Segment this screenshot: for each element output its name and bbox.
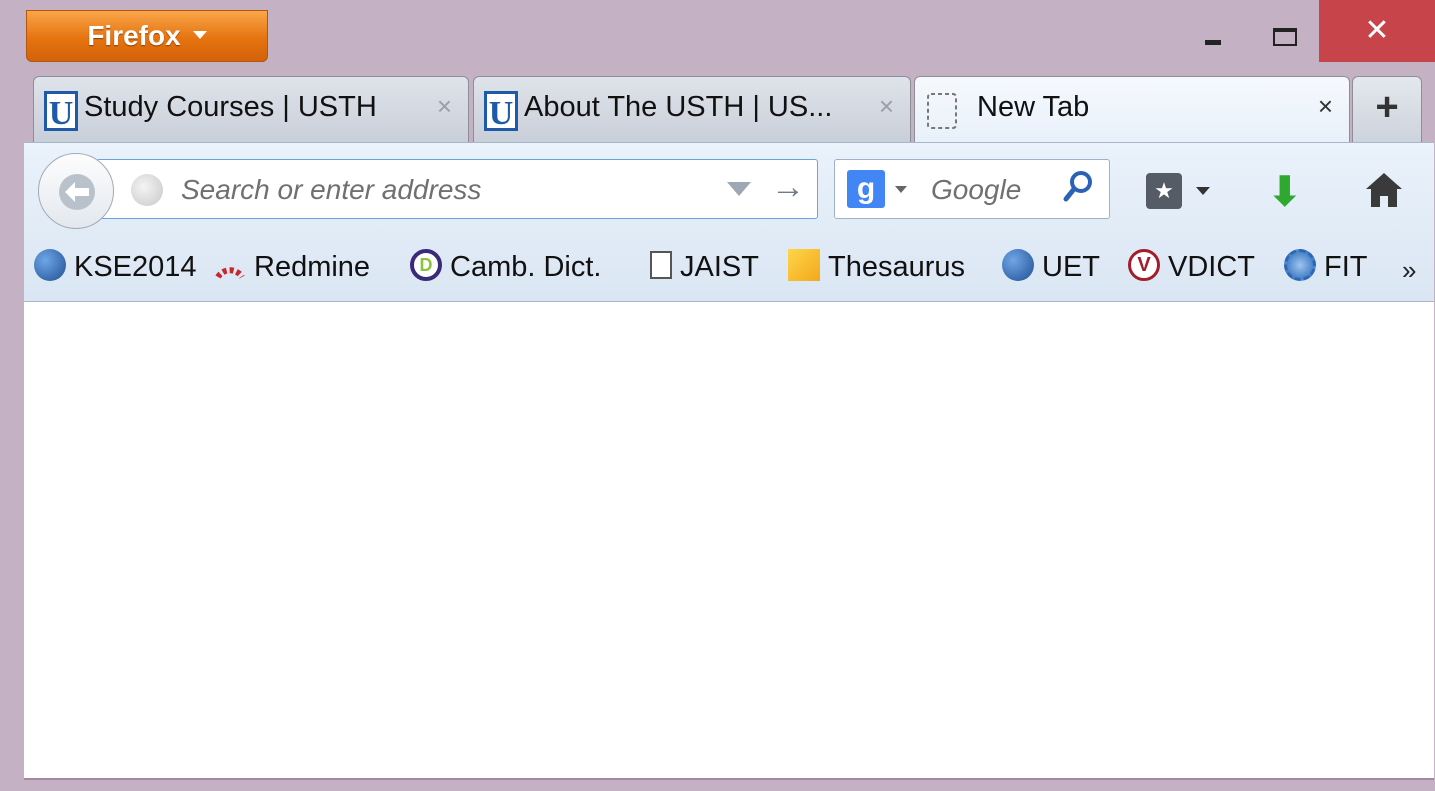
bookmark-thesaurus[interactable]: Thesaurus [788,249,966,291]
bookmark-vdict[interactable]: V VDICT [1128,249,1255,291]
usth-favicon: U [44,91,78,131]
firefox-menu-label: Firefox [87,20,181,51]
bookmark-label: UET [1042,251,1100,283]
tab-title: Study Courses | USTH [84,91,377,123]
maximize-icon [1273,28,1297,46]
usth-favicon: U [484,91,518,131]
svg-text:U: U [49,95,74,131]
bookmarks-toolbar: KSE2014 Redmine D Camb. Dict. JAIST Thesa… [24,243,1434,299]
bookmark-kse2014[interactable]: KSE2014 [34,249,197,291]
tab-close-icon[interactable]: × [879,91,894,122]
page-content-area [24,302,1434,780]
history-dropdown-icon[interactable] [727,182,751,196]
browser-window: Firefox ✕ U Study Courses | USTH × U Abo… [0,0,1435,791]
bookmarks-menu-icon[interactable]: ★ [1146,173,1182,209]
minimize-button[interactable] [1188,0,1238,62]
firefox-menu-button[interactable]: Firefox [26,10,268,62]
search-bar[interactable]: g [834,159,1110,219]
fit-icon [1284,249,1316,282]
maximize-button[interactable] [1256,0,1316,62]
back-button[interactable] [38,153,114,229]
plus-icon: + [1375,85,1399,129]
blue-ball-icon [34,249,66,282]
new-tab-button[interactable]: + [1352,76,1422,142]
home-icon[interactable] [1364,171,1404,209]
close-icon: ✕ [1364,14,1390,47]
bookmark-redmine[interactable]: Redmine [214,251,370,291]
bookmark-uet[interactable]: UET [1002,249,1100,291]
close-window-button[interactable]: ✕ [1319,0,1435,62]
tab-title: New Tab [977,91,1090,123]
engine-dropdown-icon[interactable] [895,186,907,193]
thesaurus-icon [788,249,820,282]
bookmark-label: Camb. Dict. [450,251,602,283]
bookmark-label: JAIST [680,251,759,283]
bookmark-jaist[interactable]: JAIST [650,251,759,291]
document-icon [650,251,672,280]
bookmark-label: VDICT [1168,251,1255,283]
go-arrow-icon[interactable]: → [771,168,805,207]
bookmark-label: KSE2014 [74,251,197,283]
cambridge-icon: D [410,249,442,282]
url-bar[interactable]: → [96,159,818,219]
globe-icon [131,174,163,206]
tab-about-usth[interactable]: U About The USTH | US... × [473,76,911,142]
bookmark-camb-dict[interactable]: D Camb. Dict. [410,249,602,291]
bookmarks-dropdown-icon[interactable] [1196,187,1210,195]
google-engine-icon[interactable]: g [847,170,885,208]
vdict-icon: V [1128,249,1160,282]
navigation-toolbar: → g ★ ⬇ KSE2014 Redmine [24,142,1434,302]
tab-title: About The USTH | US... [524,91,833,123]
tab-study-courses[interactable]: U Study Courses | USTH × [33,76,469,142]
search-input[interactable] [929,170,1053,210]
tab-close-icon[interactable]: × [437,91,452,122]
svg-text:U: U [489,95,514,131]
tab-new-tab[interactable]: New Tab × [914,76,1350,144]
blue-ball-icon [1002,249,1034,282]
minimize-icon [1205,40,1221,45]
caret-down-icon [192,30,207,39]
blank-page-icon [927,93,957,129]
bookmark-label: Thesaurus [828,251,966,283]
bookmark-fit[interactable]: FIT [1284,249,1368,291]
search-icon[interactable] [1061,168,1095,208]
bookmark-label: Redmine [254,251,371,283]
tab-close-icon[interactable]: × [1318,91,1333,122]
bookmarks-overflow-icon[interactable]: » [1402,255,1416,286]
bookmark-label: FIT [1324,251,1368,283]
url-input[interactable] [179,170,703,210]
back-arrow-icon [59,174,95,210]
download-icon[interactable]: ⬇ [1268,169,1302,215]
redmine-icon [215,267,245,280]
